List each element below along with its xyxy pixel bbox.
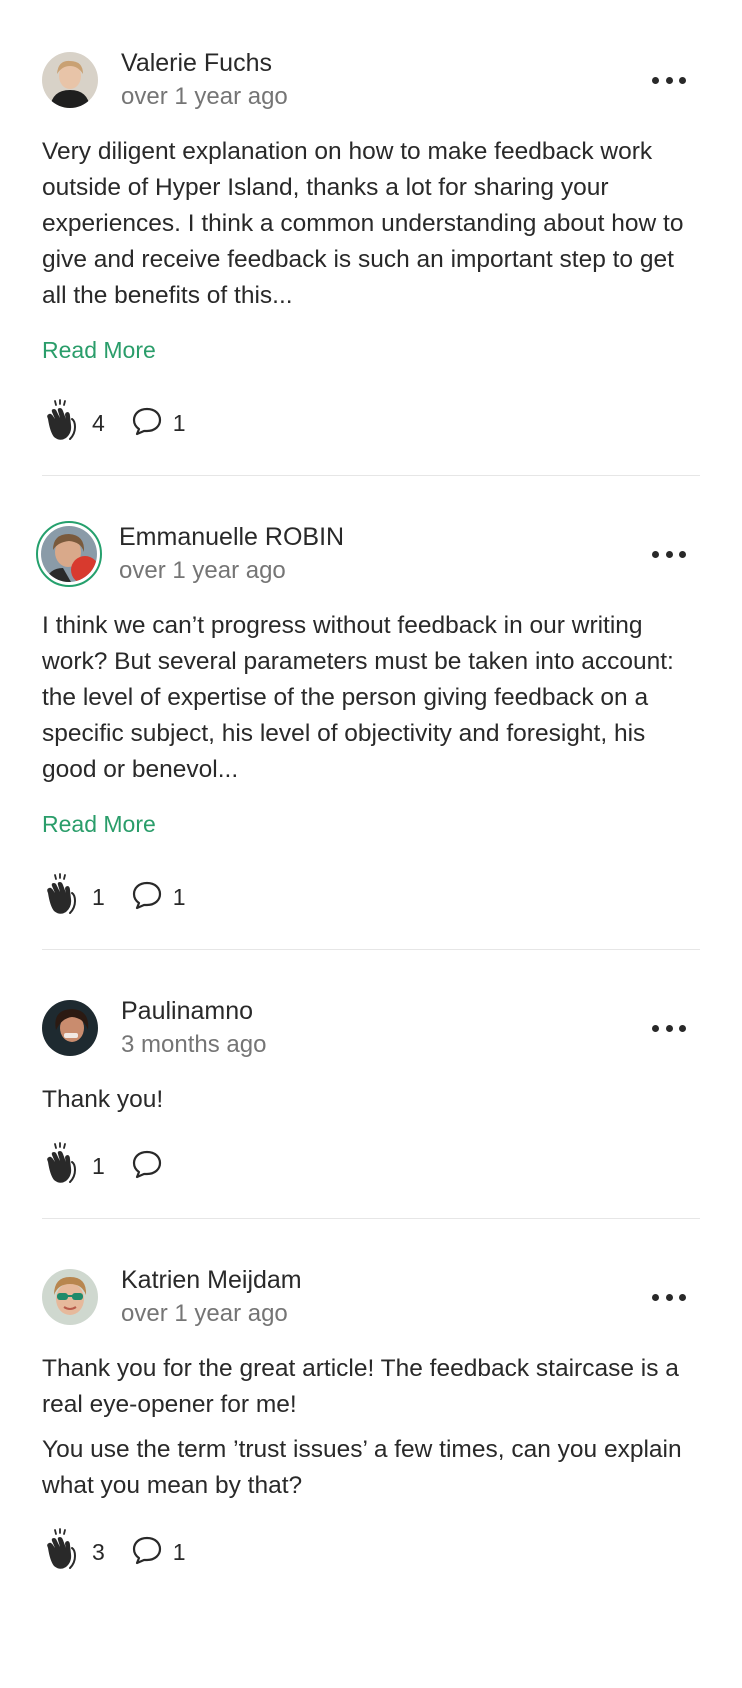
comment-body: I think we can’t progress without feedba… <box>42 608 700 788</box>
reply-button[interactable]: 1 <box>131 406 186 441</box>
reply-count: 1 <box>172 883 186 910</box>
dot <box>679 76 686 84</box>
comment-body: Very diligent explanation on how to make… <box>42 134 700 314</box>
comment-timestamp: 3 months ago <box>121 1031 267 1058</box>
clap-button[interactable]: 1 <box>42 1141 105 1191</box>
more-options-icon[interactable] <box>652 1018 686 1038</box>
comment-timestamp: over 1 year ago <box>121 83 288 110</box>
dot <box>652 1293 659 1301</box>
clap-button[interactable]: 3 <box>42 1527 105 1577</box>
reply-button[interactable]: 1 <box>131 1535 186 1570</box>
avatar[interactable] <box>42 1000 98 1056</box>
read-more-link[interactable]: Read More <box>42 807 156 841</box>
reply-count: 1 <box>172 409 186 436</box>
clap-icon <box>42 398 82 448</box>
comment-meta: Paulinamno 3 months ago <box>121 994 266 1062</box>
dot <box>652 1024 659 1032</box>
clap-count: 1 <box>92 883 105 910</box>
clap-count: 4 <box>92 409 105 436</box>
comment-header: Paulinamno 3 months ago <box>42 996 700 1060</box>
clap-icon <box>42 1527 82 1577</box>
read-more-link[interactable]: Read More <box>42 333 156 367</box>
dot <box>679 550 686 558</box>
clap-button[interactable]: 1 <box>42 872 105 922</box>
comment-card: Paulinamno 3 months ago Thank you! 1 <box>42 950 700 1219</box>
clap-icon <box>42 1141 82 1191</box>
comment-card: Valerie Fuchs over 1 year ago Very dilig… <box>42 0 700 476</box>
comment-card: Katrien Meijdam over 1 year ago Thank yo… <box>42 1219 700 1604</box>
dot <box>665 1293 673 1301</box>
comment-header: Valerie Fuchs over 1 year ago <box>42 48 700 112</box>
author-name[interactable]: Paulinamno <box>121 994 266 1028</box>
comment-paragraph: You use the term ’trust issues’ a few ti… <box>42 1436 682 1499</box>
author-name[interactable]: Valerie Fuchs <box>121 46 288 80</box>
avatar[interactable] <box>42 52 98 108</box>
avatar-ring <box>36 521 102 587</box>
comment-header: Katrien Meijdam over 1 year ago <box>42 1265 700 1329</box>
comment-actions: 3 1 <box>42 1527 700 1577</box>
author-name[interactable]: Emmanuelle ROBIN <box>119 520 344 554</box>
speech-bubble-icon <box>131 1535 163 1570</box>
comment-actions: 4 1 <box>42 398 700 448</box>
comment-timestamp: over 1 year ago <box>121 1300 288 1327</box>
comment-timestamp: over 1 year ago <box>119 557 286 584</box>
clap-count: 3 <box>92 1538 105 1565</box>
dot <box>652 76 659 84</box>
dot <box>679 1293 686 1301</box>
dot <box>679 1024 686 1032</box>
speech-bubble-icon <box>131 1149 163 1184</box>
avatar[interactable] <box>41 526 97 582</box>
clap-count: 1 <box>92 1152 105 1179</box>
comment-card: Emmanuelle ROBIN over 1 year ago I think… <box>36 476 700 950</box>
clap-icon <box>42 872 82 922</box>
comment-meta: Katrien Meijdam over 1 year ago <box>121 1263 302 1331</box>
comment-paragraph: Thank you for the great article! The fee… <box>42 1355 679 1418</box>
comment-actions: 1 <box>42 1141 700 1191</box>
more-options-icon[interactable] <box>652 1287 686 1307</box>
reply-count: 1 <box>172 1538 186 1565</box>
reply-button[interactable] <box>131 1149 173 1184</box>
comment-paragraph: Thank you! <box>42 1086 164 1113</box>
comment-body: Thank you! <box>42 1082 700 1118</box>
dot <box>652 550 659 558</box>
clap-button[interactable]: 4 <box>42 398 105 448</box>
speech-bubble-icon <box>131 880 163 915</box>
reply-button[interactable]: 1 <box>131 880 186 915</box>
comment-body: Thank you for the great article! The fee… <box>42 1351 700 1504</box>
speech-bubble-icon <box>131 406 163 441</box>
more-options-icon[interactable] <box>652 70 686 90</box>
dot <box>665 76 673 84</box>
dot <box>665 1024 673 1032</box>
comment-paragraph: I think we can’t progress without feedba… <box>42 612 674 783</box>
comment-meta: Valerie Fuchs over 1 year ago <box>121 46 288 114</box>
comment-actions: 1 1 <box>42 872 700 922</box>
comment-header: Emmanuelle ROBIN over 1 year ago <box>36 520 700 588</box>
more-options-icon[interactable] <box>652 544 686 564</box>
comment-meta: Emmanuelle ROBIN over 1 year ago <box>119 520 344 588</box>
avatar[interactable] <box>42 1269 98 1325</box>
dot <box>665 550 673 558</box>
comments-panel: Valerie Fuchs over 1 year ago Very dilig… <box>0 0 742 1688</box>
author-name[interactable]: Katrien Meijdam <box>121 1263 302 1297</box>
comment-paragraph: Very diligent explanation on how to make… <box>42 138 684 309</box>
